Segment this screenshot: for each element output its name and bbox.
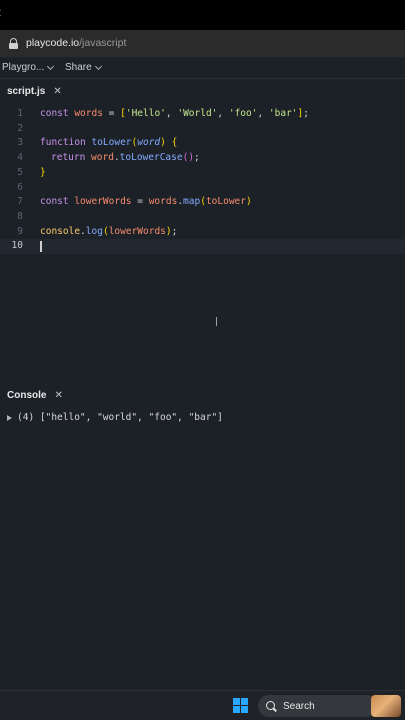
line-number: 6 bbox=[17, 181, 23, 193]
line-number: 8 bbox=[17, 210, 23, 222]
console-tab[interactable]: Console ✕ bbox=[7, 390, 63, 401]
line-number: 1 bbox=[17, 108, 23, 119]
lock-icon bbox=[9, 38, 18, 49]
console-title: Console bbox=[7, 390, 47, 401]
console-header: Console ✕ bbox=[0, 387, 405, 405]
text-cursor-icon bbox=[216, 317, 218, 326]
windows-taskbar: Search bbox=[0, 690, 405, 720]
tray-app-icon[interactable] bbox=[371, 695, 401, 717]
code-text: const words = ['Hello', 'World', 'foo', … bbox=[40, 108, 309, 119]
app-navbar: Playgro... Share bbox=[0, 57, 405, 79]
code-text: function toLower(word) { bbox=[40, 137, 178, 149]
windows-start-icon[interactable] bbox=[233, 698, 249, 714]
playground-menu[interactable]: Playgro... bbox=[2, 62, 55, 73]
chevron-down-icon bbox=[94, 62, 102, 70]
chevron-down-icon bbox=[47, 62, 55, 70]
share-label: Share bbox=[65, 62, 92, 73]
code-line: 6 bbox=[0, 181, 405, 196]
search-icon bbox=[266, 700, 277, 712]
browser-top-bar: ‹ bbox=[0, 0, 405, 30]
code-line: 9 console.log(lowerWords); bbox=[0, 225, 405, 240]
code-line: 2 bbox=[0, 122, 405, 137]
back-arrow-icon[interactable]: ‹ bbox=[0, 4, 1, 22]
code-line: 1 const words = ['Hello', 'World', 'foo'… bbox=[0, 107, 405, 122]
line-number: 10 bbox=[11, 240, 23, 252]
close-icon[interactable]: ✕ bbox=[54, 390, 62, 401]
line-number: 4 bbox=[17, 152, 23, 164]
tab-script-js[interactable]: script.js ✕ bbox=[7, 86, 62, 97]
expand-triangle-icon[interactable] bbox=[7, 414, 12, 421]
address-bar[interactable]: playcode.io/javascript bbox=[0, 30, 405, 57]
tab-filename: script.js bbox=[7, 86, 46, 97]
text-cursor bbox=[40, 241, 42, 253]
code-line: 5 } bbox=[0, 166, 405, 181]
line-number: 9 bbox=[17, 225, 23, 237]
line-number: 3 bbox=[17, 137, 23, 149]
url-path: /javascript bbox=[79, 37, 127, 49]
console-output-row[interactable]: (4) ["hello", "world", "foo", "bar"] bbox=[7, 412, 223, 423]
search-label: Search bbox=[283, 700, 315, 712]
close-icon[interactable]: ✕ bbox=[53, 86, 61, 97]
line-number: 5 bbox=[17, 166, 23, 178]
code-text: const lowerWords = words.map(toLower) bbox=[40, 196, 252, 208]
code-text: } bbox=[40, 166, 46, 178]
console-output-text: (4) ["hello", "world", "foo", "bar"] bbox=[17, 412, 223, 423]
code-text: console.log(lowerWords); bbox=[40, 225, 178, 237]
playcode-app: Playgro... Share script.js ✕ 1 const wor… bbox=[0, 57, 405, 690]
code-editor[interactable]: 1 const words = ['Hello', 'World', 'foo'… bbox=[0, 107, 405, 387]
url-host: playcode.io bbox=[26, 37, 80, 49]
line-number: 7 bbox=[17, 196, 23, 208]
playground-label: Playgro... bbox=[2, 62, 45, 73]
line-number: 2 bbox=[17, 122, 23, 134]
url-text[interactable]: playcode.io/javascript bbox=[26, 37, 126, 49]
file-tab-bar: script.js ✕ bbox=[0, 81, 405, 103]
code-line: 4 return word.toLowerCase(); bbox=[0, 151, 405, 166]
code-line-active[interactable]: 10 bbox=[0, 239, 405, 254]
code-line: 8 bbox=[0, 210, 405, 225]
code-line: 7 const lowerWords = words.map(toLower) bbox=[0, 195, 405, 210]
taskbar-search-box[interactable]: Search bbox=[258, 695, 378, 717]
code-line: 3 function toLower(word) { bbox=[0, 136, 405, 151]
code-text: return word.toLowerCase(); bbox=[51, 152, 200, 164]
share-menu[interactable]: Share bbox=[65, 62, 102, 73]
